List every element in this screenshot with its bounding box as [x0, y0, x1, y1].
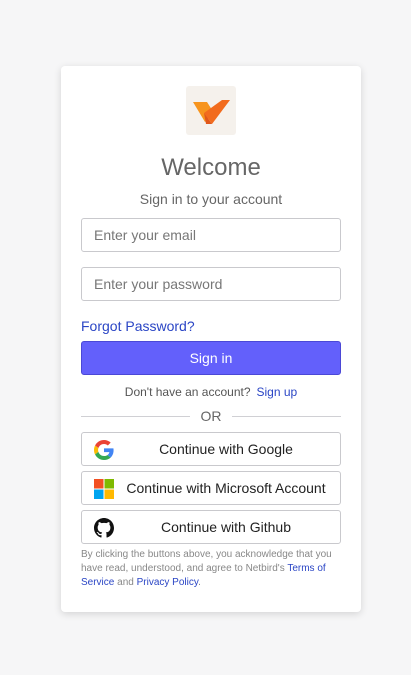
- google-signin-label: Continue with Google: [159, 441, 293, 457]
- google-icon: [94, 440, 114, 460]
- password-field[interactable]: [81, 267, 341, 301]
- legal-and: and: [114, 577, 137, 588]
- microsoft-icon: [94, 479, 114, 499]
- github-signin-button[interactable]: Continue with Github: [81, 510, 341, 544]
- page-title: Welcome: [161, 154, 261, 181]
- logo: [186, 86, 236, 135]
- microsoft-signin-button[interactable]: Continue with Microsoft Account: [81, 471, 341, 505]
- page-subtitle: Sign in to your account: [139, 191, 283, 207]
- github-icon: [94, 518, 114, 538]
- legal-notice: By clicking the buttons above, you ackno…: [81, 548, 343, 590]
- legal-end: .: [198, 577, 201, 588]
- netbird-logo-icon: [193, 100, 230, 124]
- sign-up-link[interactable]: Sign up: [257, 385, 298, 399]
- or-label: OR: [200, 408, 222, 424]
- sign-in-button[interactable]: Sign in: [81, 341, 341, 375]
- login-card: Welcome Sign in to your account Forgot P…: [61, 66, 361, 612]
- signup-prompt: Don't have an account? Sign up: [61, 384, 361, 400]
- microsoft-signin-label: Continue with Microsoft Account: [126, 480, 326, 496]
- privacy-policy-link[interactable]: Privacy Policy: [137, 577, 199, 588]
- forgot-password-link[interactable]: Forgot Password?: [81, 318, 195, 334]
- google-signin-button[interactable]: Continue with Google: [81, 432, 341, 466]
- email-field[interactable]: [81, 218, 341, 252]
- github-signin-label: Continue with Github: [161, 519, 291, 535]
- signup-question: Don't have an account?: [124, 385, 251, 399]
- or-divider: OR: [81, 408, 341, 424]
